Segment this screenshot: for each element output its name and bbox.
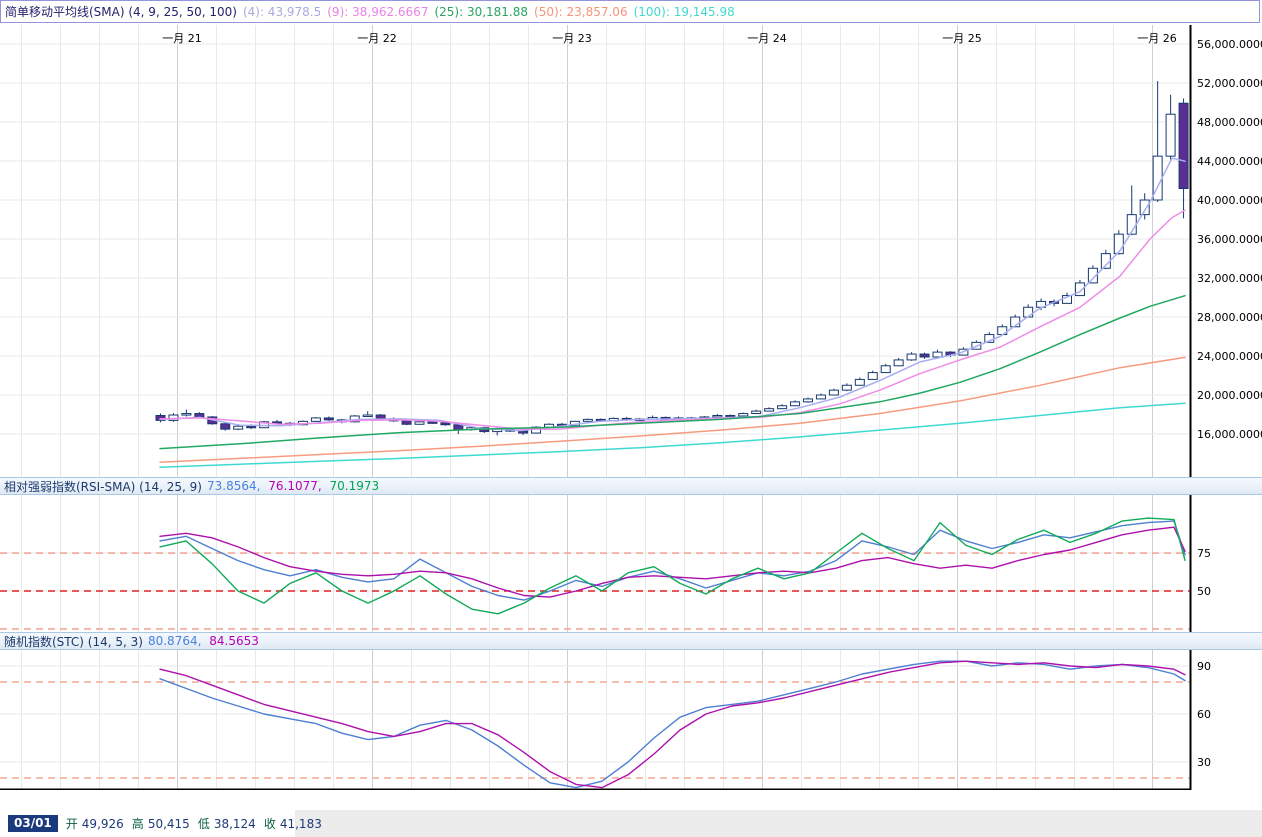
candle-up [894,358,903,366]
candle-up [868,371,877,380]
y-axis-tick-label: 32,000.0000 [1197,272,1262,285]
candle-up [169,413,178,422]
ohlc-fields: 开 49,926 高 50,415 低 38,124 收 41,183 [66,815,330,832]
ohlc-label-4: 收 [264,817,276,831]
candle-down [920,353,929,359]
candle-up [907,352,916,361]
stc-panel-title: 随机指数(STC) (14, 5, 3) [4,633,143,650]
sma-value-4: (4): 43,978.5 [243,5,321,19]
candle-down [221,423,230,431]
candle-up [842,383,851,391]
rsi-value-2: 76.1077, [268,479,325,493]
rsi-panel-header: 相对强弱指数(RSI-SMA) (14, 25, 9) 73.8564, 76.… [0,477,1262,495]
sma-indicator-title: 简单移动平均线(SMA) (4, 9, 25, 50, 100) [5,3,237,20]
candle-up [713,414,722,417]
candle-up [311,417,320,422]
candlestick-price-chart[interactable]: 一月 21 一月 22 一月 23 一月 24 一月 25 一月 26 56,000.000… [0,25,1262,477]
y-axis-tick-label: 48,000.0000 [1197,116,1262,129]
rsi-14-line [160,521,1185,600]
stc-value-1: 80.8764, [148,634,205,648]
candle-up [933,350,942,358]
date-badge: 03/01 [8,815,58,832]
candle-up [855,377,864,385]
y-axis-tick-label: 44,000.0000 [1197,155,1262,168]
stochastic-indicator-chart[interactable]: 90 60 30 [0,650,1262,790]
y-axis-tick-label: 90 [1197,660,1211,673]
sma-value-50: (50): 23,857.06 [534,5,628,19]
candle-up [739,413,748,417]
ohlc-value-1: 49,926 [82,817,124,831]
sma-line-100 [160,403,1185,467]
ohlc-value-3: 38,124 [214,817,256,831]
y-axis-tick-label: 16,000.0000 [1197,428,1262,441]
candle-down [156,414,165,423]
x-axis-label: 一月 23 [552,32,592,45]
y-axis-tick-label: 24,000.0000 [1197,350,1262,363]
x-axis-label: 一月 25 [942,32,982,45]
rsi-panel-values: 73.8564, 76.1077, 70.1973 [207,479,383,493]
candle-up [881,364,890,373]
stc-panel-header: 随机指数(STC) (14, 5, 3) 80.8764, 84.5653 [0,632,1262,650]
sma-value-9: (9): 38,962.6667 [327,5,428,19]
candle-up [752,410,761,414]
y-axis-tick-label: 30 [1197,756,1211,769]
sma-line-25 [160,296,1185,449]
sma-indicator-values: (4): 43,978.5 (9): 38,962.6667 (25): 30,18… [243,5,741,19]
y-axis-tick-label: 28,000.0000 [1197,311,1262,324]
stc-value-2: 84.5653 [209,634,259,648]
y-axis-tick-label: 60 [1197,708,1211,721]
candle-down [324,416,333,420]
candle-up [778,404,787,409]
rsi-value-1: 73.8564, [207,479,264,493]
rsi-indicator-chart[interactable]: 75 50 [0,495,1262,632]
y-axis-tick-label: 40,000.0000 [1197,194,1262,207]
x-axis-label: 一月 21 [162,32,202,45]
stc-panel-values: 80.8764, 84.5653 [148,634,263,648]
y-axis-tick-label: 75 [1197,547,1211,560]
sma-line-4 [160,158,1185,431]
x-axis-label: 一月 26 [1137,32,1177,45]
ohlc-label-1: 开 [66,817,78,831]
sma-indicator-header: 简单移动平均线(SMA) (4, 9, 25, 50, 100) (4): 43… [0,0,1260,23]
candle-up [829,389,838,396]
ohlc-label-3: 低 [198,817,210,831]
candle-up [1101,250,1110,270]
rsi-panel-title: 相对强弱指数(RSI-SMA) (14, 25, 9) [4,478,202,495]
x-axis-label: 一月 24 [747,32,787,45]
candle-up [816,394,825,400]
status-bar: 03/01 开 49,926 高 50,415 低 38,124 收 41,183 [0,810,1262,837]
y-axis-tick-label: 56,000.0000 [1197,38,1262,51]
candle-up [363,411,372,416]
candle-up [791,400,800,406]
candle-up [804,397,813,402]
y-axis-tick-label: 52,000.0000 [1197,77,1262,90]
candle-up [1024,304,1033,317]
sma-value-25: (25): 30,181.88 [434,5,528,19]
candle-up [1153,81,1162,202]
ohlc-value-4: 41,183 [280,817,322,831]
sma-line-9 [160,210,1185,429]
sma-value-100: (100): 19,145.98 [634,5,735,19]
x-axis-label: 一月 22 [357,32,397,45]
stc-d-line [160,661,1185,787]
charting-application: 简单移动平均线(SMA) (4, 9, 25, 50, 100) (4): 43… [0,0,1262,837]
y-axis-tick-label: 20,000.0000 [1197,389,1262,402]
ohlc-readout: 03/01 开49,926高50,415低38,124收41,183 [0,810,295,837]
stc-k-line [160,661,1185,787]
y-axis-tick-label: 36,000.0000 [1197,233,1262,246]
rsi-9-line [160,518,1185,614]
rsi-value-3: 70.1973 [330,479,380,493]
y-axis-tick-label: 50 [1197,585,1211,598]
ohlc-value-2: 50,415 [148,817,190,831]
ohlc-label-2: 高 [132,817,144,831]
candle-up [1166,95,1175,160]
candle-up [765,407,774,411]
candle-up [182,410,191,417]
rsi-sma-25-line [160,527,1185,597]
sma-line-50 [160,357,1185,462]
candle-up [583,418,592,421]
